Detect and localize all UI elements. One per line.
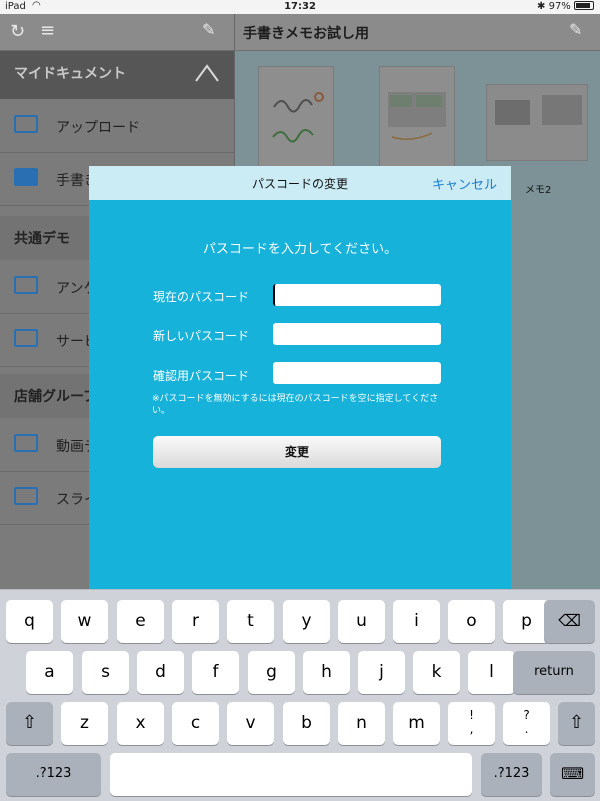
key-t[interactable]: t [227,600,274,643]
new-passcode-label: 新しいパスコード [153,329,250,343]
key-w[interactable]: w [61,600,108,643]
key-o[interactable]: o [448,600,495,643]
key-upper-char: ? [523,708,530,722]
folder-icon [14,115,38,133]
key-y[interactable]: y [283,600,330,643]
memo-thumbnail[interactable] [258,66,334,168]
key-m[interactable]: m [393,702,440,745]
space-key[interactable] [110,753,472,796]
key-f[interactable]: f [192,651,239,694]
edit-pencil-icon[interactable]: ✎ [569,20,582,39]
battery-percent: 97% [548,1,571,12]
confirm-passcode-field[interactable] [273,362,441,384]
key-l[interactable]: l [468,651,515,694]
clock: 17:32 [284,1,316,12]
key-a[interactable]: a [26,651,73,694]
battery-icon [574,1,594,10]
key-z[interactable]: z [61,702,108,745]
sidebar-item-upload[interactable]: アップロード [0,100,234,153]
numbers-key-left[interactable]: .?123 [6,753,101,796]
battery-indicator: ✱ 97% [537,1,594,12]
folder-icon [14,487,38,505]
key-e[interactable]: e [117,600,164,643]
folder-icon [14,276,38,294]
instruction-text: パスコードを入力してください。 [202,242,398,257]
backspace-key[interactable]: ⌫ [544,600,595,643]
menu-icon[interactable]: ≡ [40,20,55,41]
thumbnail-label: メモ2 [525,185,552,196]
key-i[interactable]: i [393,600,440,643]
shift-key-left[interactable]: ⇧ [6,702,53,745]
sidebar-item-label: アップロード [56,120,140,136]
change-button[interactable]: 変更 [153,436,441,468]
key-q[interactable]: q [6,600,53,643]
sidebar-toolbar: ↻ ≡ ✎ [0,14,234,51]
key-b[interactable]: b [283,702,330,745]
key-g[interactable]: g [248,651,295,694]
new-passcode-field[interactable] [273,323,441,345]
section-label: マイドキュメント [14,66,126,82]
document-preview [388,92,446,140]
key-lower-char: . [524,722,529,736]
shift-icon: ⇧ [21,712,38,733]
current-passcode-label: 現在のパスコード [153,290,250,304]
folder-open-icon [14,168,38,186]
key-v[interactable]: v [227,702,274,745]
folder-icon [14,329,38,347]
confirm-passcode-label: 確認用パスコード [153,369,250,383]
hide-keyboard-key[interactable]: ⌨ [550,753,595,796]
backspace-icon: ⌫ [558,611,581,630]
key-upper-char: ! [469,708,474,722]
edit-pencil-icon[interactable]: ✎ [202,20,215,39]
key-x[interactable]: x [117,702,164,745]
current-passcode-field[interactable] [273,284,441,306]
key-r[interactable]: r [172,600,219,643]
section-label: 共通デモ [14,231,70,247]
section-label: 店舗グループ [14,389,98,405]
photo-thumbnail[interactable] [486,84,588,161]
key-s[interactable]: s [82,651,129,694]
folder-icon [14,434,38,452]
return-key[interactable]: return [513,651,595,694]
handwriting-preview [272,92,324,143]
cancel-button[interactable]: キャンセル [432,174,497,193]
dialog-header: パスコードの変更 キャンセル [89,166,511,200]
key-lower-char: , [469,722,474,736]
shift-key-right[interactable]: ⇧ [558,702,595,745]
key-d[interactable]: d [137,651,184,694]
keyboard-icon: ⌨ [560,764,585,783]
status-bar: iPad ◠ 17:32 ✱ 97% [0,0,600,14]
document-thumbnail[interactable] [379,66,455,168]
key-j[interactable]: j [358,651,405,694]
main-toolbar: 手書きメモお試し用 ✎ [235,14,600,51]
change-passcode-dialog: パスコードの変更 キャンセル パスコードを入力してください。 現在のパスコード … [89,166,511,596]
key-p[interactable]: p [503,600,550,643]
refresh-icon[interactable]: ↻ [10,21,25,42]
shift-icon: ⇧ [568,712,585,733]
key-question-period[interactable]: ? . [503,702,550,745]
collapse-chevron-icon[interactable] [194,63,220,83]
numbers-key-right[interactable]: .?123 [481,753,542,796]
key-exclaim-comma[interactable]: ! , [448,702,495,745]
photo-preview [487,85,587,160]
section-my-documents[interactable]: マイドキュメント [0,51,234,99]
key-u[interactable]: u [338,600,385,643]
onscreen-keyboard: q w e r t y u i o p ⌫ a s d f g h j k l … [0,589,600,801]
disable-passcode-note: ※パスコードを無効にするには現在のパスコードを空に指定してください。 [152,394,439,416]
bluetooth-icon: ✱ [537,1,546,12]
key-k[interactable]: k [413,651,460,694]
key-c[interactable]: c [172,702,219,745]
key-h[interactable]: h [303,651,350,694]
page-title: 手書きメモお試し用 [243,26,369,42]
key-n[interactable]: n [338,702,385,745]
